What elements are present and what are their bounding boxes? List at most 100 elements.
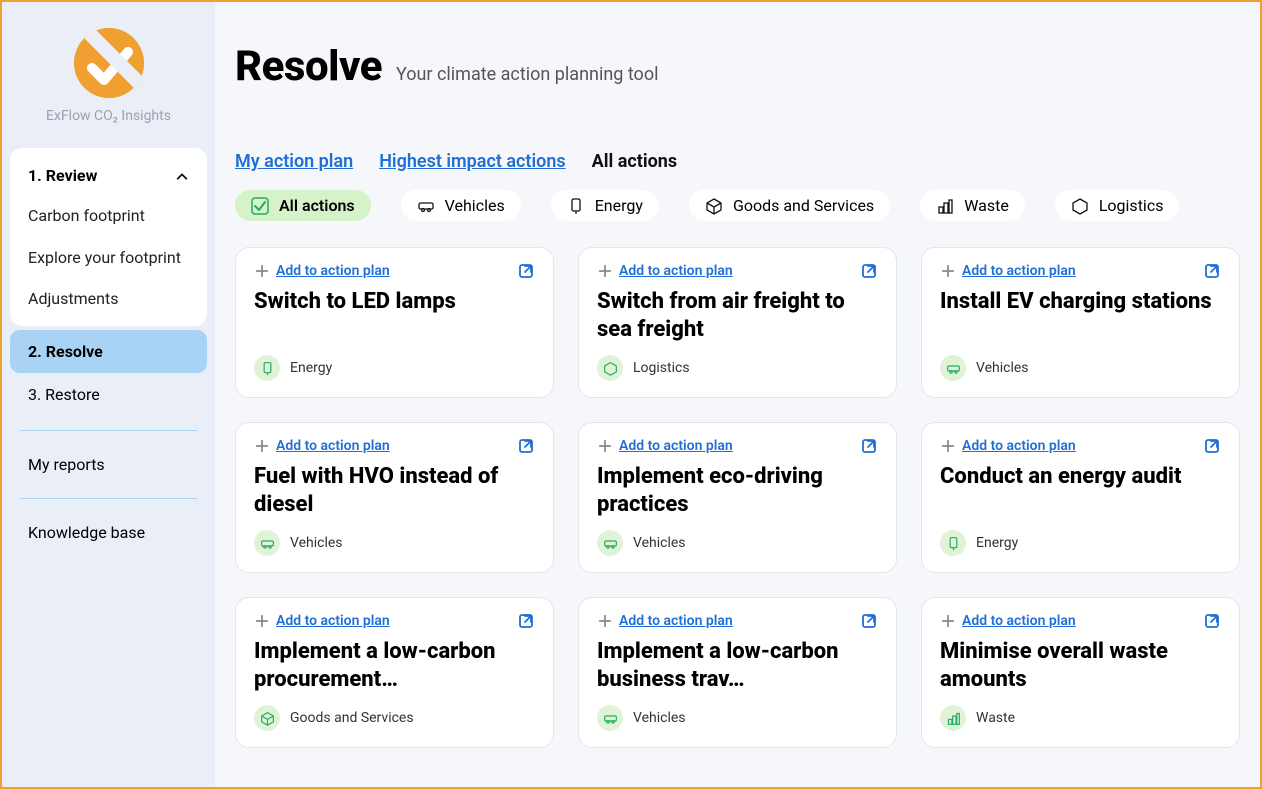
main-content: Resolve Your climate action planning too… [215, 2, 1260, 787]
card-category: Vehicles [597, 705, 878, 731]
filter-bar: All actions Vehicles Energy Goods and Se… [235, 190, 1240, 221]
nav-divider [20, 498, 197, 499]
nav-section-review: 1. Review Carbon footprint Explore your … [10, 148, 207, 326]
open-external-icon[interactable] [517, 262, 535, 280]
open-external-icon[interactable] [517, 612, 535, 630]
tab-my-action-plan[interactable]: My action plan [235, 151, 353, 172]
plus-icon [597, 438, 613, 454]
card-top: Add to action plan [254, 262, 535, 280]
nav-sub-carbon-footprint[interactable]: Carbon footprint [10, 195, 207, 237]
plus-icon [254, 613, 270, 629]
card-top: Add to action plan [940, 612, 1221, 630]
action-card: Add to action plan Switch to LED lamps E… [235, 247, 554, 398]
open-external-icon[interactable] [860, 437, 878, 455]
action-card: Add to action plan Conduct an energy aud… [921, 422, 1240, 573]
filter-energy[interactable]: Energy [551, 190, 659, 221]
add-to-plan-link[interactable]: Add to action plan [254, 438, 390, 454]
add-to-plan-link[interactable]: Add to action plan [254, 613, 390, 629]
action-card: Add to action plan Implement eco-driving… [578, 422, 897, 573]
card-title: Implement a low-carbon procurement… [254, 638, 535, 693]
add-label: Add to action plan [962, 438, 1076, 454]
card-category: Vehicles [254, 530, 535, 556]
vehicle-icon [597, 705, 623, 731]
action-card: Add to action plan Fuel with HVO instead… [235, 422, 554, 573]
add-to-plan-link[interactable]: Add to action plan [940, 438, 1076, 454]
card-category: Energy [940, 530, 1221, 556]
tab-all-actions[interactable]: All actions [592, 151, 677, 172]
plus-icon [597, 613, 613, 629]
logistics-icon [1071, 197, 1089, 215]
card-category: Vehicles [597, 530, 878, 556]
category-label: Goods and Services [290, 710, 414, 726]
add-to-plan-link[interactable]: Add to action plan [254, 263, 390, 279]
nav-sub-adjustments[interactable]: Adjustments [10, 278, 207, 320]
nav-knowledge-base[interactable]: Knowledge base [10, 513, 207, 552]
card-category: Vehicles [940, 355, 1221, 381]
nav-review-header[interactable]: 1. Review [10, 160, 207, 195]
page-header: Resolve Your climate action planning too… [235, 42, 1240, 91]
open-external-icon[interactable] [860, 612, 878, 630]
card-top: Add to action plan [254, 437, 535, 455]
category-label: Vehicles [976, 360, 1029, 376]
filter-all-actions[interactable]: All actions [235, 190, 371, 221]
category-label: Energy [290, 360, 332, 376]
sidebar-nav: 1. Review Carbon footprint Explore your … [2, 148, 215, 552]
card-title: Conduct an energy audit [940, 463, 1221, 491]
plus-icon [940, 613, 956, 629]
add-to-plan-link[interactable]: Add to action plan [597, 263, 733, 279]
card-title: Switch from air freight to sea freight [597, 288, 878, 343]
filter-vehicles[interactable]: Vehicles [401, 190, 521, 221]
filter-logistics[interactable]: Logistics [1055, 190, 1180, 221]
action-card: Add to action plan Implement a low-carbo… [235, 597, 554, 748]
add-label: Add to action plan [962, 263, 1076, 279]
logo-area: ExFlow CO₂ Insights [2, 12, 215, 148]
page-subtitle: Your climate action planning tool [396, 64, 658, 85]
add-label: Add to action plan [619, 438, 733, 454]
nav-sub-explore-footprint[interactable]: Explore your footprint [10, 237, 207, 279]
tabs: My action plan Highest impact actions Al… [235, 151, 1240, 172]
waste-icon [936, 197, 954, 215]
nav-resolve[interactable]: 2. Resolve [10, 330, 207, 373]
card-title: Implement a low-carbon business trav… [597, 638, 878, 693]
open-external-icon[interactable] [1203, 612, 1221, 630]
card-top: Add to action plan [940, 262, 1221, 280]
nav-review-label: 1. Review [28, 166, 97, 185]
card-category: Goods and Services [254, 705, 535, 731]
energy-icon [567, 197, 585, 215]
add-to-plan-link[interactable]: Add to action plan [597, 438, 733, 454]
card-top: Add to action plan [940, 437, 1221, 455]
tab-highest-impact[interactable]: Highest impact actions [379, 151, 565, 172]
goods-icon [254, 705, 280, 731]
filter-goods[interactable]: Goods and Services [689, 190, 890, 221]
add-to-plan-link[interactable]: Add to action plan [940, 263, 1076, 279]
card-category: Logistics [597, 355, 878, 381]
card-title: Minimise overall waste amounts [940, 638, 1221, 693]
add-to-plan-link[interactable]: Add to action plan [597, 613, 733, 629]
open-external-icon[interactable] [1203, 437, 1221, 455]
add-label: Add to action plan [619, 263, 733, 279]
add-to-plan-link[interactable]: Add to action plan [940, 613, 1076, 629]
card-title: Implement eco-driving practices [597, 463, 878, 518]
plus-icon [597, 263, 613, 279]
category-label: Vehicles [290, 535, 343, 551]
nav-restore[interactable]: 3. Restore [10, 373, 207, 416]
logistics-icon [597, 355, 623, 381]
brand-logo [74, 28, 144, 98]
plus-icon [254, 438, 270, 454]
filter-label: Energy [595, 196, 643, 215]
open-external-icon[interactable] [517, 437, 535, 455]
filter-waste[interactable]: Waste [920, 190, 1025, 221]
action-card: Add to action plan Install EV charging s… [921, 247, 1240, 398]
open-external-icon[interactable] [1203, 262, 1221, 280]
check-icon [251, 197, 269, 215]
filter-label: Goods and Services [733, 196, 874, 215]
category-label: Vehicles [633, 710, 686, 726]
action-card: Add to action plan Minimise overall wast… [921, 597, 1240, 748]
nav-my-reports[interactable]: My reports [10, 445, 207, 484]
brand-name: ExFlow CO₂ Insights [46, 108, 171, 124]
open-external-icon[interactable] [860, 262, 878, 280]
vehicle-icon [417, 197, 435, 215]
sidebar: ExFlow CO₂ Insights 1. Review Carbon foo… [2, 2, 215, 787]
card-top: Add to action plan [597, 437, 878, 455]
card-title: Fuel with HVO instead of diesel [254, 463, 535, 518]
